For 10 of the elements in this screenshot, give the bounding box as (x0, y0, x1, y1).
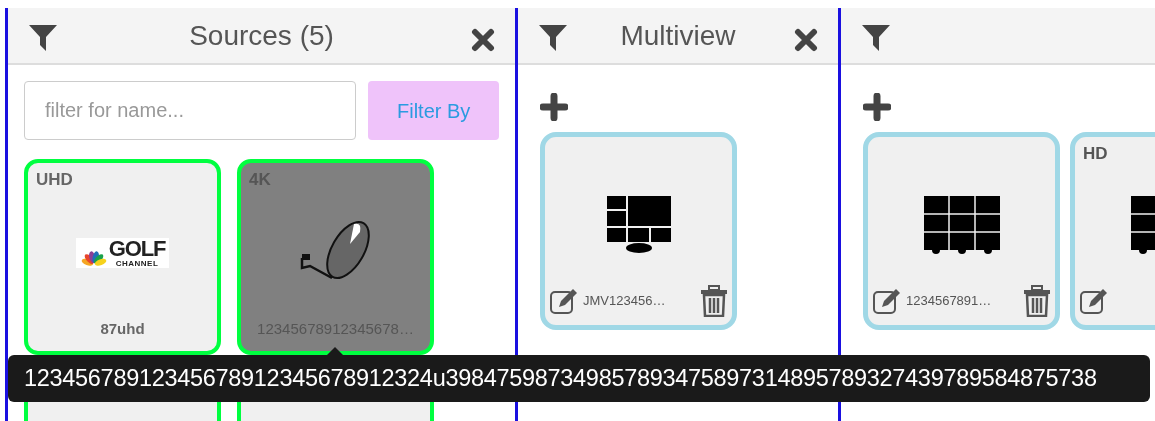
logo-text: GOLF (108, 238, 166, 260)
layout-name: 1234567891… (906, 292, 993, 311)
panel-title: Sources (5) (189, 18, 334, 53)
format-label: UHD (36, 170, 73, 189)
layout-name: JMV123456… (583, 292, 667, 311)
tooltip-text: 12345678912345678912345678912324u398475987349857893475897314895789327439789584875738 (24, 363, 1097, 393)
panel-title: Multiview (620, 18, 736, 53)
format-label: HD (1083, 144, 1108, 163)
source-name: 87uhd (100, 318, 145, 339)
logo-subtext: CHANNEL (115, 260, 159, 268)
